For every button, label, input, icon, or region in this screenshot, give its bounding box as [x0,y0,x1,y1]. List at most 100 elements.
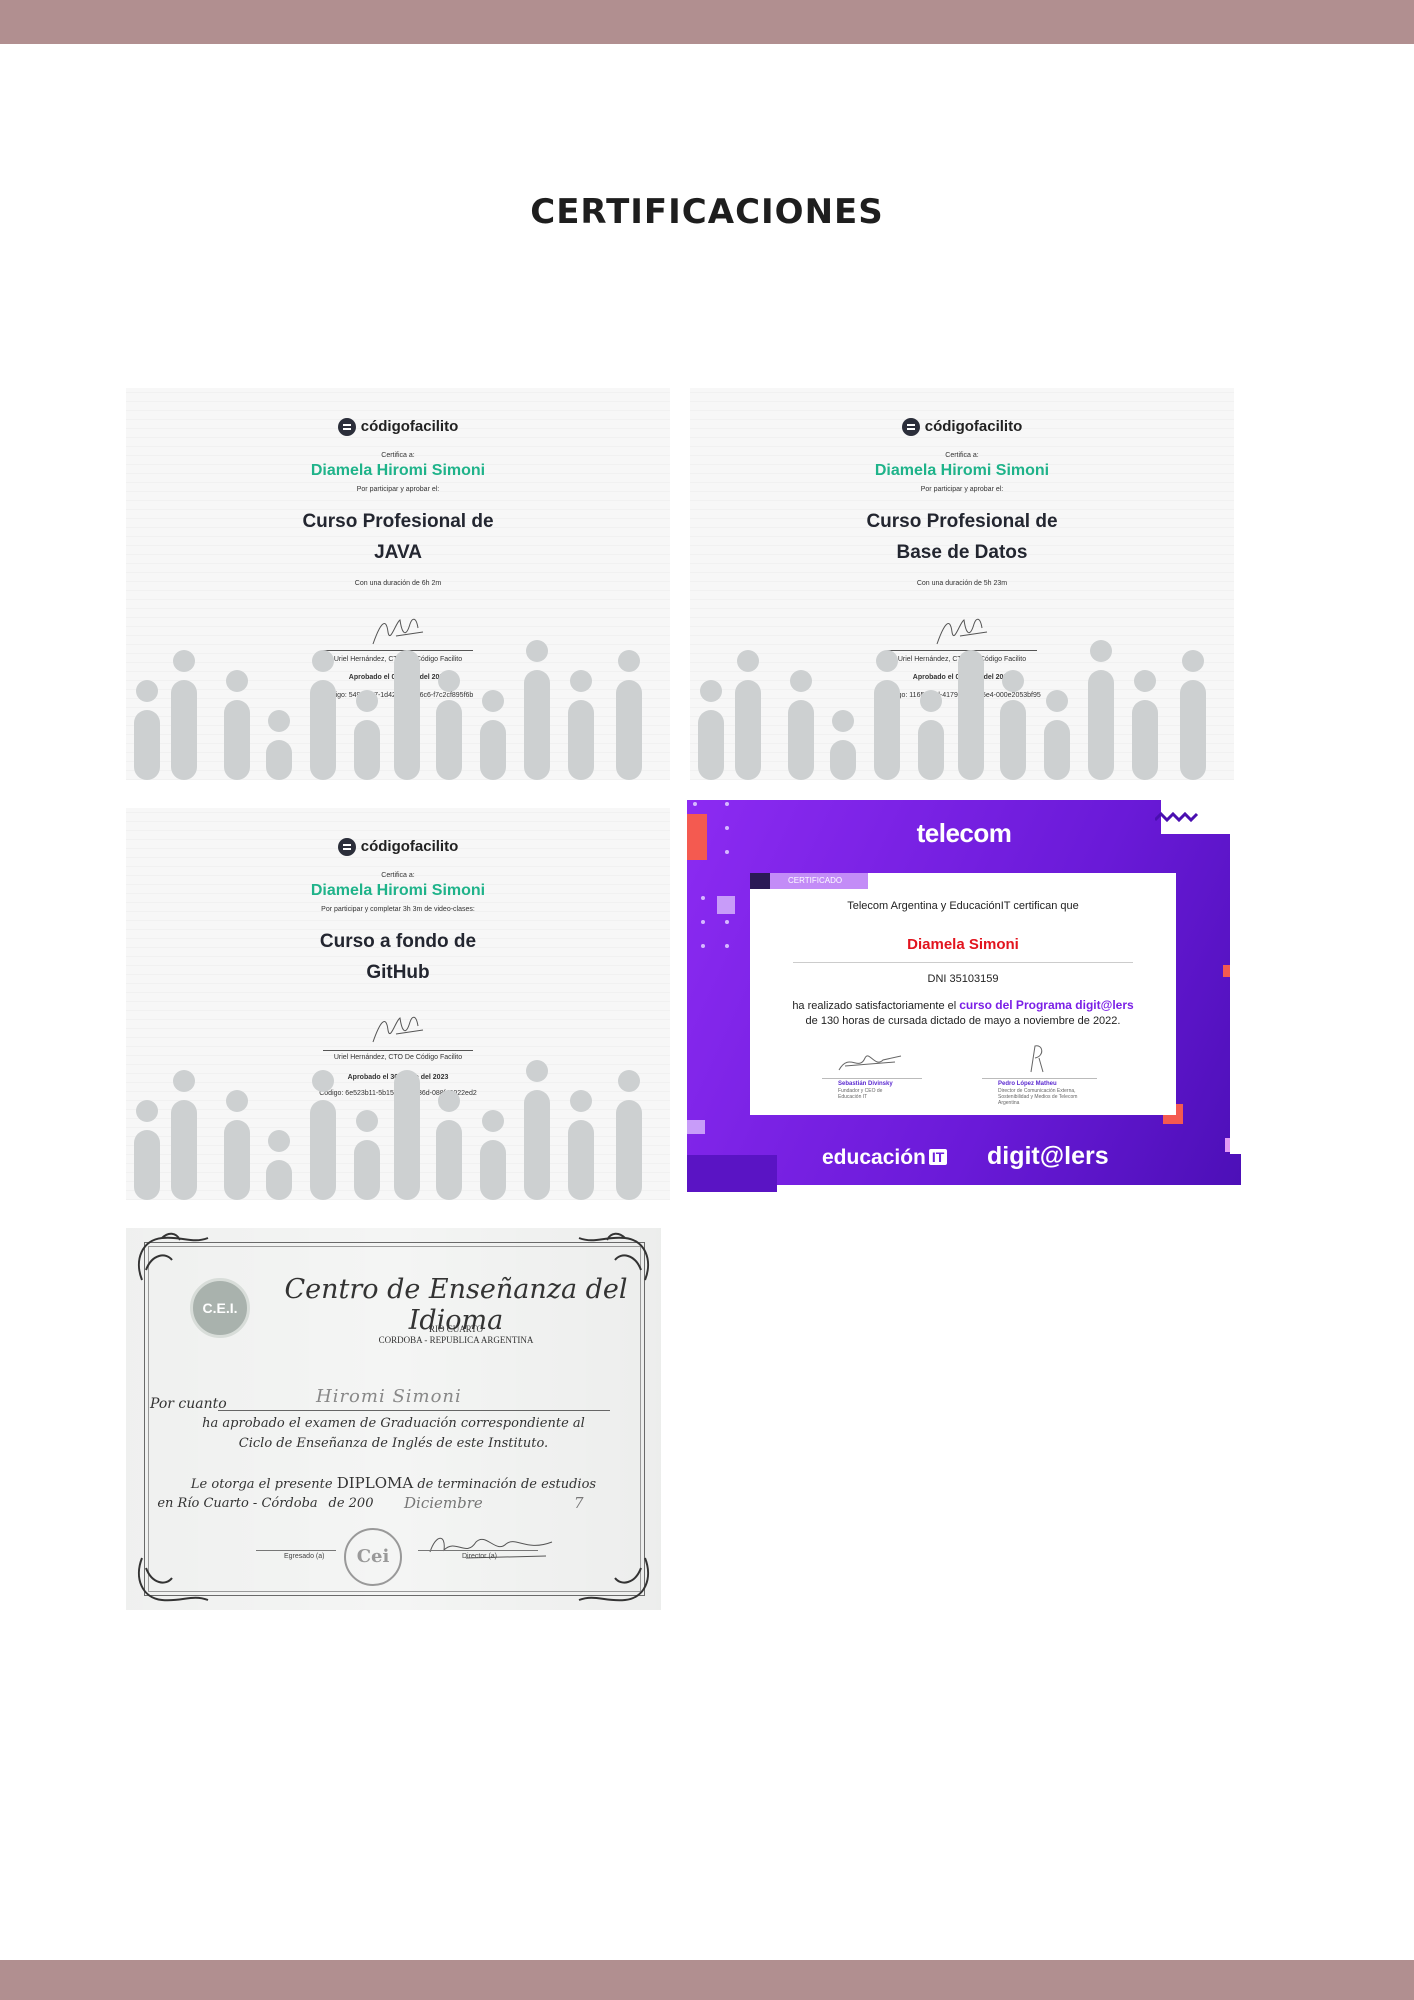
decorative-dot [876,650,898,672]
decorative-bar [310,680,336,780]
certifies-label: Certifica a: [945,452,979,459]
decorative-dot [438,1090,460,1112]
decorative-bar [394,650,420,780]
decorative-dot [173,1070,195,1092]
year-digit: 7 [574,1494,584,1512]
decorative-dot [312,1070,334,1092]
brand-name: códigofacilito [924,418,1023,435]
decorative-bar [524,1090,550,1200]
decorative-dot [173,650,195,672]
decorative-bar [1000,700,1026,780]
stamp-icon: Cei [344,1528,402,1586]
certificate-github[interactable]: códigofacilito Certifica a: Diamela Hiro… [126,808,670,1200]
decorative-bar [568,700,594,780]
decor-square [717,896,735,914]
bottom-bar [0,1960,1414,2000]
decorative-bar [1132,700,1158,780]
decor-dot [701,896,705,900]
ornament-icon [137,1232,209,1281]
decorative-dot [268,710,290,732]
place: RIO CUARTO CORDOBA - REPUBLICA ARGENTINA [286,1324,626,1346]
educacionit-logo: educación IT [822,1146,948,1170]
year-prefix: de 200 [328,1496,374,1511]
certifies-label: Certifica a: [381,452,415,459]
month: Diciembre [404,1494,483,1512]
decorative-bar [480,1140,506,1200]
decor-dot [701,920,705,924]
decorative-bar [568,1120,594,1200]
dni: DNI 35103159 [927,973,999,985]
signer2-name: Pedro López Matheu [998,1081,1057,1087]
reason-label: Por participar y completar 3h 3m de vide… [321,906,475,913]
course-title-line2: GitHub [366,962,430,983]
decorative-bar [874,680,900,780]
decor-dot [701,944,705,948]
diploma-text-line2: Ciclo de Enseñanza de Inglés de este Ins… [238,1436,549,1451]
decorative-dot [570,670,592,692]
certifies-label: Certifica a: [381,872,415,879]
name-line [218,1410,610,1411]
signer1-name: Sebastián Divinsky [838,1081,893,1087]
diploma-word: DIPLOMA [336,1474,414,1492]
certificate-database[interactable]: códigofacilito Certifica a: Diamela Hiro… [690,388,1234,780]
decor-edge [1230,834,1241,1154]
city: RIO CUARTO [428,1324,484,1334]
diploma-text: de terminación de estudios [417,1477,597,1492]
decorative-dot [1002,670,1024,692]
certificate-telecom[interactable]: telecom CERTIFICADO Telecom Argentina y … [687,800,1241,1192]
duration: Con una duración de 5h 23m [916,580,1008,587]
user-icon [750,873,770,889]
signer1-role: Fundador y CEO de Educación IT [838,1088,883,1100]
decorative-bar [354,1140,380,1200]
brand-name: códigofacilito [360,838,459,855]
codigofacilito-logo-icon [901,418,920,437]
educacion-text: educación [822,1146,926,1169]
reason-label: Por participar y aprobar el: [920,486,1004,493]
signer2-role: Director de Comunicación Externa, Sosten… [998,1088,1078,1106]
decorative-dot [482,690,504,712]
diploma-text-line3: Le otorga el presente DIPLOMA de termina… [126,1474,661,1492]
course-title-line1: Curso Profesional de [866,511,1058,532]
signature-line [982,1078,1097,1079]
decor-square [687,1120,705,1134]
decorative-dot [832,710,854,732]
course-highlight: curso del Programa digit@lers [959,998,1134,1012]
decorative-dot [618,1070,640,1092]
ornament-icon [137,1557,209,1602]
recipient-name: Diamela Simoni [907,936,1019,953]
decorative-bar [524,670,550,780]
decorative-bar [698,710,724,780]
top-bar [0,0,1414,44]
decorative-bar [436,1120,462,1200]
page-title: CERTIFICACIONES [530,192,884,232]
decorative-dot [618,650,640,672]
certifies-line: Telecom Argentina y EducaciónIT certific… [847,900,1079,912]
certificate-cei-diploma[interactable]: C.E.I. Centro de Enseñanza del Idioma RI… [126,1228,661,1610]
decorative-dot [136,680,158,702]
signature-line [822,1078,922,1079]
decorative-bar [616,680,642,780]
it-badge: IT [928,1149,948,1165]
decorative-bar [958,650,984,780]
decorative-dot [226,1090,248,1112]
codigofacilito-logo-icon [337,838,356,857]
reason-label: Por participar y aprobar el: [356,486,440,493]
certificate-java[interactable]: códigofacilito Certifica a: Diamela Hiro… [126,388,670,780]
decorative-bar [616,1100,642,1200]
decorative-dot [1046,690,1068,712]
signature-icon [372,1016,424,1043]
decorative-bar [918,720,944,780]
signature-line [323,1050,473,1051]
seal-icon: C.E.I. [190,1278,250,1338]
decorative-dot [136,1100,158,1122]
graduate-label: Egresado (a) [284,1553,325,1560]
decorative-dot [226,670,248,692]
decorative-bar [1044,720,1070,780]
decorative-bar [171,1100,197,1200]
course-title-line2: JAVA [374,542,422,563]
digitalers-logo: digit@lers [987,1142,1109,1170]
decor-dot [725,802,729,806]
decorative-dot [268,1130,290,1152]
codigofacilito-logo-icon [337,418,356,437]
decorative-dot [1090,640,1112,662]
